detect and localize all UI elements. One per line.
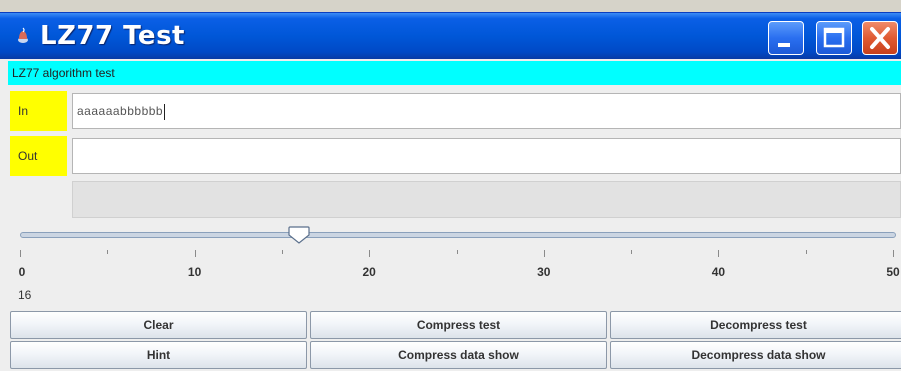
slider-tick-label: 0 xyxy=(18,265,26,279)
hint-button[interactable]: Hint xyxy=(10,341,307,369)
maximize-button[interactable] xyxy=(816,21,852,55)
close-icon xyxy=(870,27,890,49)
slider-tick-label: 40 xyxy=(711,265,726,279)
app-window: LZ77 Test LZ77 algorithm test In aaaaaab… xyxy=(0,0,901,371)
compress-data-show-button[interactable]: Compress data show xyxy=(310,341,607,369)
slider-major-tick xyxy=(20,250,21,257)
decompress-data-show-button[interactable]: Decompress data show xyxy=(610,341,901,369)
slider-minor-tick xyxy=(631,250,633,254)
subtitle-label: LZ77 algorithm test xyxy=(8,61,901,85)
java-cup-icon xyxy=(18,27,28,43)
result-area xyxy=(72,181,901,218)
slider-major-tick xyxy=(893,250,894,257)
minimize-icon xyxy=(778,43,790,47)
slider-minor-tick xyxy=(107,250,109,254)
slider-major-tick xyxy=(718,250,720,257)
output-field[interactable] xyxy=(72,138,901,174)
slider-minor-tick xyxy=(456,250,458,254)
text-caret xyxy=(164,103,166,120)
slider-tick-label: 50 xyxy=(886,265,900,279)
slider-minor-tick xyxy=(805,250,807,254)
close-button[interactable] xyxy=(862,21,898,55)
input-field[interactable]: aaaaaabbbbbb xyxy=(72,93,901,129)
compress-test-button[interactable]: Compress test xyxy=(310,311,607,339)
slider-tick-label: 30 xyxy=(537,265,551,279)
slider-major-tick xyxy=(369,250,371,257)
minimize-button[interactable] xyxy=(768,21,804,55)
desktop-strip xyxy=(0,0,901,12)
slider-tick-label: 10 xyxy=(187,265,202,279)
slider-major-tick xyxy=(543,250,545,257)
decompress-test-button[interactable]: Decompress test xyxy=(610,311,901,339)
clear-button[interactable]: Clear xyxy=(10,311,307,339)
in-label: In xyxy=(10,91,67,131)
out-label: Out xyxy=(10,136,67,176)
slider-tick-label: 20 xyxy=(362,265,376,279)
title-bar[interactable]: LZ77 Test xyxy=(0,12,901,59)
window-title: LZ77 Test xyxy=(40,21,185,51)
slider-value-label: 16 xyxy=(18,288,32,302)
slider-thumb[interactable] xyxy=(288,226,310,244)
slider-track[interactable] xyxy=(20,232,896,238)
input-value: aaaaaabbbbbb xyxy=(77,104,164,118)
slider-major-tick xyxy=(194,250,196,257)
slider-minor-tick xyxy=(281,250,283,254)
maximize-icon xyxy=(823,27,845,48)
